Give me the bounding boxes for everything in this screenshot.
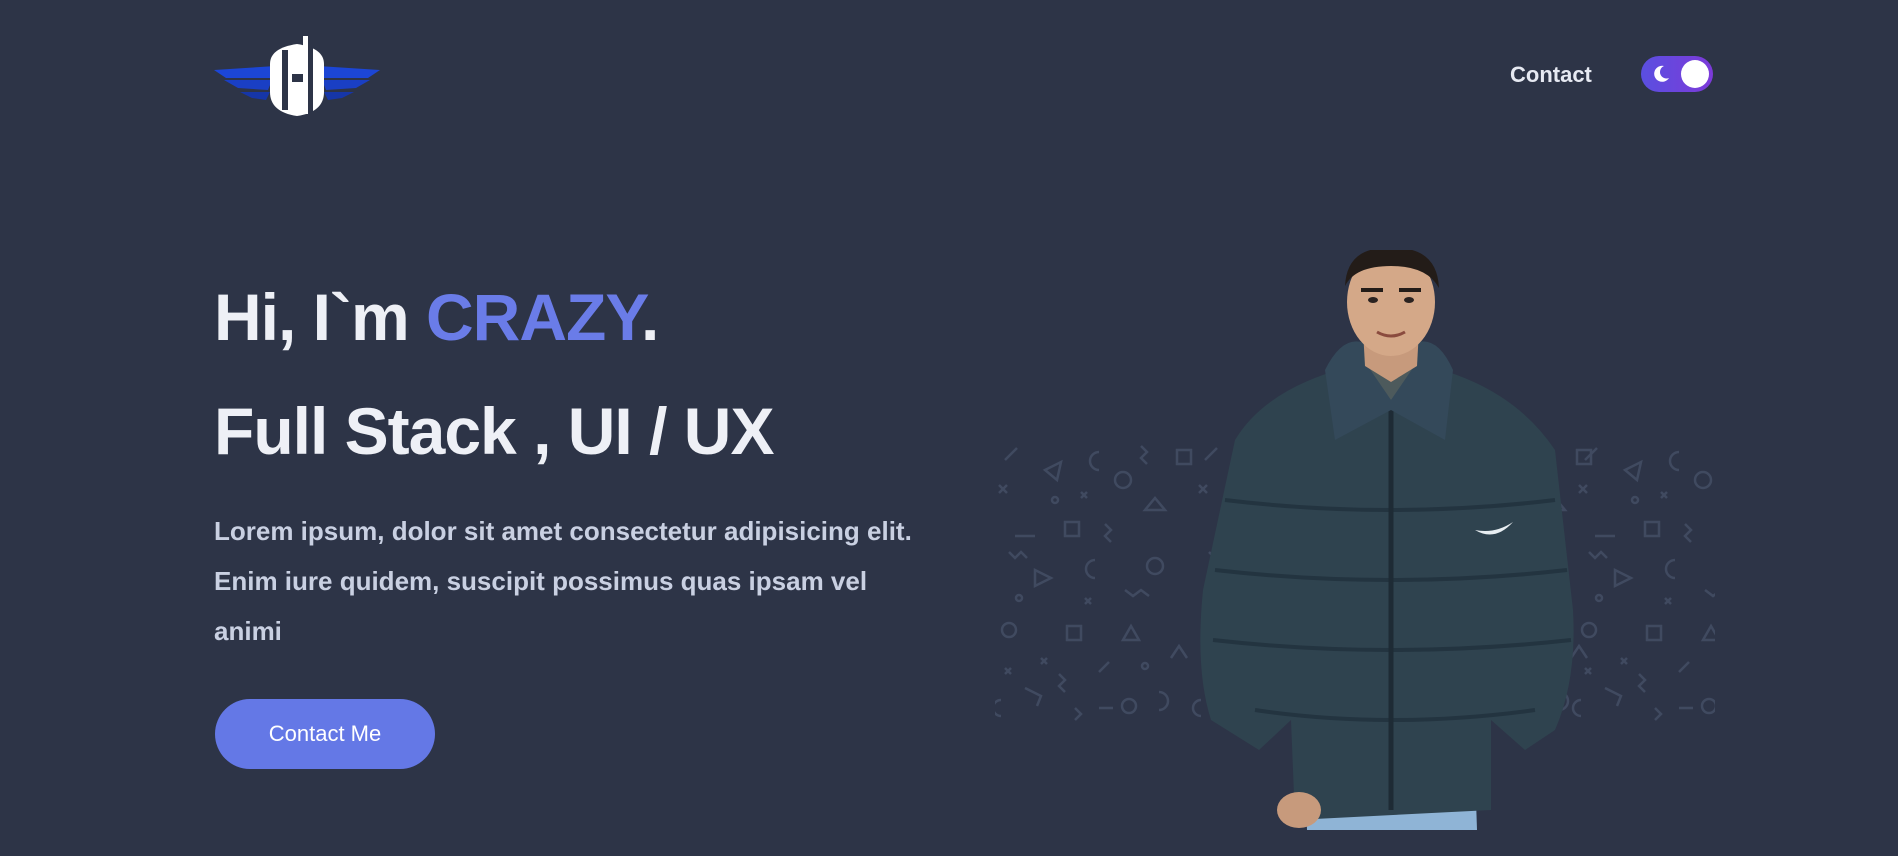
- hero-description: Lorem ipsum, dolor sit amet consectetur …: [214, 516, 912, 646]
- theme-toggle[interactable]: [1641, 56, 1713, 92]
- toggle-knob: [1681, 60, 1709, 88]
- hero-role: Full Stack , UI / UX: [214, 394, 774, 468]
- greeting-prefix: Hi, I`m: [214, 280, 427, 354]
- hero-name: CRAZY: [426, 280, 642, 354]
- logo-icon[interactable]: [214, 36, 380, 118]
- hero-greeting: Hi, I`m CRAZY.: [214, 284, 659, 350]
- person-portrait-icon: [1200, 250, 1574, 830]
- contact-me-button[interactable]: Contact Me: [215, 699, 435, 769]
- nav-contact-link[interactable]: Contact: [1510, 62, 1592, 88]
- moon-icon: [1654, 65, 1669, 82]
- page: Contact Hi, I`m CRAZY. Full Stack , UI /…: [0, 0, 1898, 856]
- greeting-suffix: .: [641, 280, 659, 354]
